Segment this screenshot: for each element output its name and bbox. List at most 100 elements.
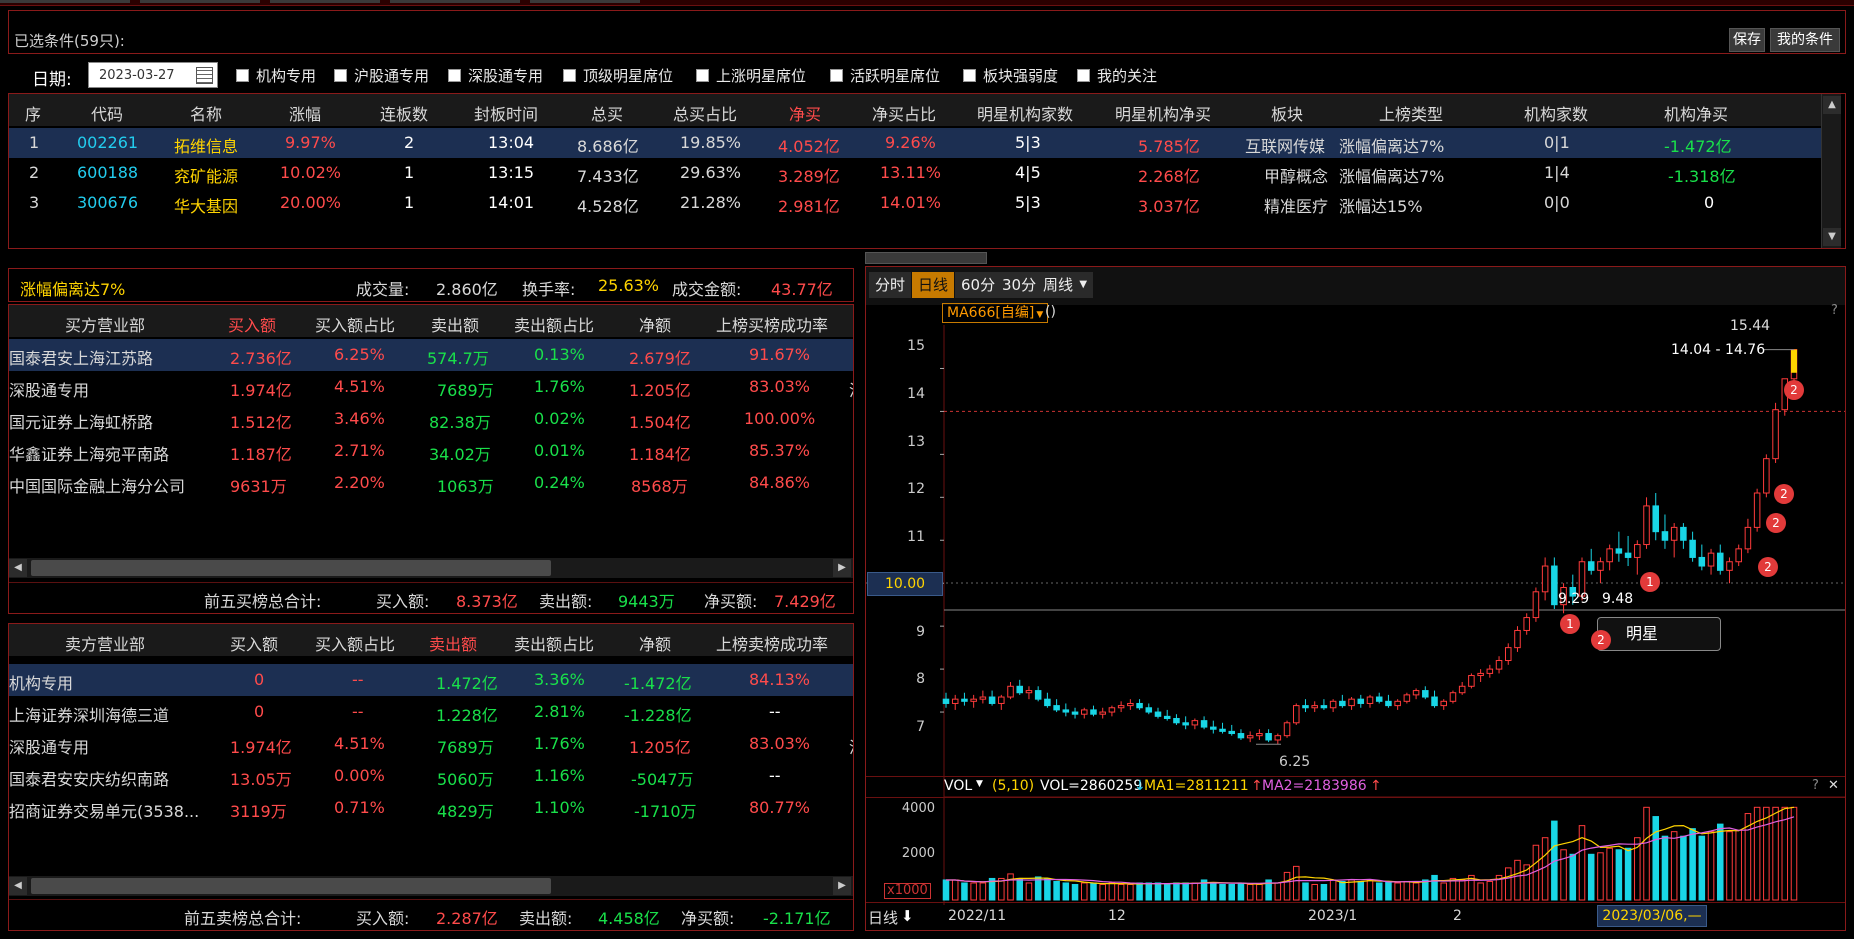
col-net-buy[interactable]: 净买	[789, 101, 821, 125]
help-icon[interactable]: ?	[1831, 303, 1838, 318]
scroll-thumb[interactable]	[31, 878, 551, 894]
table-row[interactable]: 深股通专用 1.974亿 4.51% 7689万 1.76% 1.205亿 83…	[9, 371, 853, 403]
col-sell-pct[interactable]: 卖出额占比	[514, 312, 594, 336]
checkbox-sector-strength[interactable]: 板块强弱度	[963, 66, 1058, 86]
checkbox-box[interactable]	[830, 69, 843, 82]
scroll-right-icon[interactable]: ▶	[833, 877, 851, 895]
checkbox-box[interactable]	[696, 69, 709, 82]
tab-weekly[interactable]: 周线 ▼	[1037, 272, 1094, 298]
calendar-icon[interactable]	[196, 67, 213, 84]
top-tab-1[interactable]	[0, 0, 130, 3]
table-row[interactable]: 机构专用 0 -- 1.472亿 3.36% -1.472亿 84.13%	[9, 664, 853, 696]
col-list-type[interactable]: 上榜类型	[1379, 101, 1443, 125]
col-buy-pct[interactable]: 买入额占比	[315, 631, 395, 655]
table-row[interactable]: 1 002261 拓维信息 9.97% 2 13:04 8.686亿 19.85…	[9, 128, 1821, 158]
col-inst-count[interactable]: 机构家数	[1524, 101, 1588, 125]
sell-table-hscroll[interactable]: ◀ ▶	[9, 876, 853, 896]
col-name[interactable]: 名称	[190, 101, 222, 125]
col-success-rate[interactable]: 上榜卖榜成功率	[716, 631, 828, 655]
checkbox-box[interactable]	[334, 69, 347, 82]
table-row[interactable]: 国元证券上海虹桥路 1.512亿 3.46% 82.38万 0.02% 1.50…	[9, 403, 853, 435]
col-code[interactable]: 代码	[91, 101, 123, 125]
star-badge-icon[interactable]: 2	[1591, 630, 1611, 650]
arrow-down-icon[interactable]: ⬇	[901, 907, 914, 925]
top-tab-2[interactable]	[140, 0, 260, 3]
star-badge-icon[interactable]: 2	[1758, 557, 1778, 577]
tab-30min[interactable]: 30分	[996, 272, 1043, 298]
checkbox-box[interactable]	[1077, 69, 1090, 82]
top-tab-3[interactable]	[270, 0, 380, 3]
col-buyer[interactable]: 买方营业部	[65, 312, 145, 336]
checkbox-my-watch[interactable]: 我的关注	[1077, 66, 1157, 86]
col-seller[interactable]: 卖方营业部	[65, 631, 145, 655]
scroll-down-icon[interactable]: ▼	[1823, 228, 1841, 246]
top-tab-4[interactable]	[390, 0, 520, 3]
col-sell-amount[interactable]: 卖出额	[429, 631, 477, 655]
checkbox-top-star[interactable]: 顶级明星席位	[563, 66, 673, 86]
col-buy-pct[interactable]: 买入额占比	[315, 312, 395, 336]
col-seal-time[interactable]: 封板时间	[474, 101, 538, 125]
table-row[interactable]: 中国国际金融上海分公司 9631万 2.20% 1063万 0.24% 8568…	[9, 467, 853, 499]
col-net-buy-pct[interactable]: 净买占比	[872, 101, 936, 125]
splitter-handle[interactable]	[865, 252, 987, 264]
scroll-left-icon[interactable]: ◀	[9, 559, 27, 577]
scroll-left-icon[interactable]: ◀	[9, 877, 27, 895]
col-change[interactable]: 涨幅	[289, 101, 321, 125]
table-row[interactable]: 3 300676 华大基因 20.00% 1 14:01 4.528亿 21.2…	[9, 188, 1821, 218]
table-row[interactable]: 深股通专用 1.974亿 4.51% 7689万 1.76% 1.205亿 83…	[9, 728, 853, 760]
scroll-up-icon[interactable]: ▲	[1823, 96, 1841, 114]
checkbox-box[interactable]	[448, 69, 461, 82]
checkbox-box[interactable]	[563, 69, 576, 82]
help-icon[interactable]: ?	[1812, 778, 1819, 793]
col-limit-count[interactable]: 连板数	[380, 101, 428, 125]
table-row[interactable]: 上海证券深圳海德三道 0 -- 1.228亿 2.81% -1.228亿 --	[9, 696, 853, 728]
col-inst-net[interactable]: 机构净买	[1664, 101, 1728, 125]
star-badge-icon[interactable]: 2	[1784, 380, 1804, 400]
col-star-net[interactable]: 明星机构净买	[1115, 101, 1211, 125]
col-success-rate[interactable]: 上榜买榜成功率	[716, 312, 828, 336]
col-seq[interactable]: 序	[25, 101, 41, 125]
table-row[interactable]: 2 600188 兖矿能源 10.02% 1 13:15 7.433亿 29.6…	[9, 158, 1821, 188]
checkbox-rising-star[interactable]: 上涨明星席位	[696, 66, 806, 86]
checkbox-institution[interactable]: 机构专用	[236, 66, 316, 86]
star-badge-icon[interactable]: 2	[1766, 513, 1786, 533]
tab-daily[interactable]: 日线	[912, 272, 955, 298]
top-tab-5[interactable]	[530, 0, 640, 3]
col-net[interactable]: 净额	[639, 631, 671, 655]
col-buy-amount[interactable]: 买入额	[230, 631, 278, 655]
star-badge-icon[interactable]: 1	[1560, 614, 1580, 634]
checkbox-sh-connect[interactable]: 沪股通专用	[334, 66, 429, 86]
date-input[interactable]: 2023-03-27	[88, 62, 218, 88]
table-row[interactable]: 国泰君安安庆纺织南路 13.05万 0.00% 5060万 1.16% -504…	[9, 760, 853, 792]
save-button[interactable]: 保存	[1729, 28, 1765, 52]
star-badge-icon[interactable]: 1	[1640, 572, 1660, 592]
tab-intraday[interactable]: 分时	[869, 272, 912, 298]
col-buy-amount[interactable]: 买入额	[228, 312, 276, 336]
indicator-selector[interactable]: MA666[自编] ▼	[942, 303, 1049, 323]
table-row[interactable]: 国泰君安上海江苏路 2.736亿 6.25% 574.7万 0.13% 2.67…	[9, 339, 853, 371]
main-table-vscroll[interactable]: ▲ ▼	[1821, 94, 1841, 248]
col-net[interactable]: 净额	[639, 312, 671, 336]
col-sell-pct[interactable]: 卖出额占比	[514, 631, 594, 655]
col-total-buy-pct[interactable]: 总买占比	[673, 101, 737, 125]
table-row[interactable]: 华鑫证券上海宛平南路 1.187亿 2.71% 34.02万 0.01% 1.1…	[9, 435, 853, 467]
checkbox-box[interactable]	[963, 69, 976, 82]
scroll-right-icon[interactable]: ▶	[833, 559, 851, 577]
col-sell-amount[interactable]: 卖出额	[431, 312, 479, 336]
chevron-down-icon[interactable]: ▼	[976, 779, 983, 789]
col-star-count[interactable]: 明星机构家数	[977, 101, 1073, 125]
table-row[interactable]: 招商证券交易单元(3538... 3119万 0.71% 4829万 1.10%…	[9, 792, 853, 824]
checkbox-box[interactable]	[236, 69, 249, 82]
star-badge-icon[interactable]: 2	[1774, 484, 1794, 504]
col-sector[interactable]: 板块	[1271, 101, 1303, 125]
period-label[interactable]: 日线	[868, 907, 898, 928]
my-conditions-button[interactable]: 我的条件	[1770, 28, 1840, 52]
checkbox-sz-connect[interactable]: 深股通专用	[448, 66, 543, 86]
buy-table-hscroll[interactable]: ◀ ▶	[9, 558, 853, 578]
checkbox-active-star[interactable]: 活跃明星席位	[830, 66, 940, 86]
close-icon[interactable]: ✕	[1828, 778, 1839, 793]
vol-indicator-label[interactable]: VOL	[944, 778, 972, 794]
tab-60min[interactable]: 60分	[955, 272, 1002, 298]
col-total-buy[interactable]: 总买	[591, 101, 623, 125]
scroll-thumb[interactable]	[31, 560, 551, 576]
